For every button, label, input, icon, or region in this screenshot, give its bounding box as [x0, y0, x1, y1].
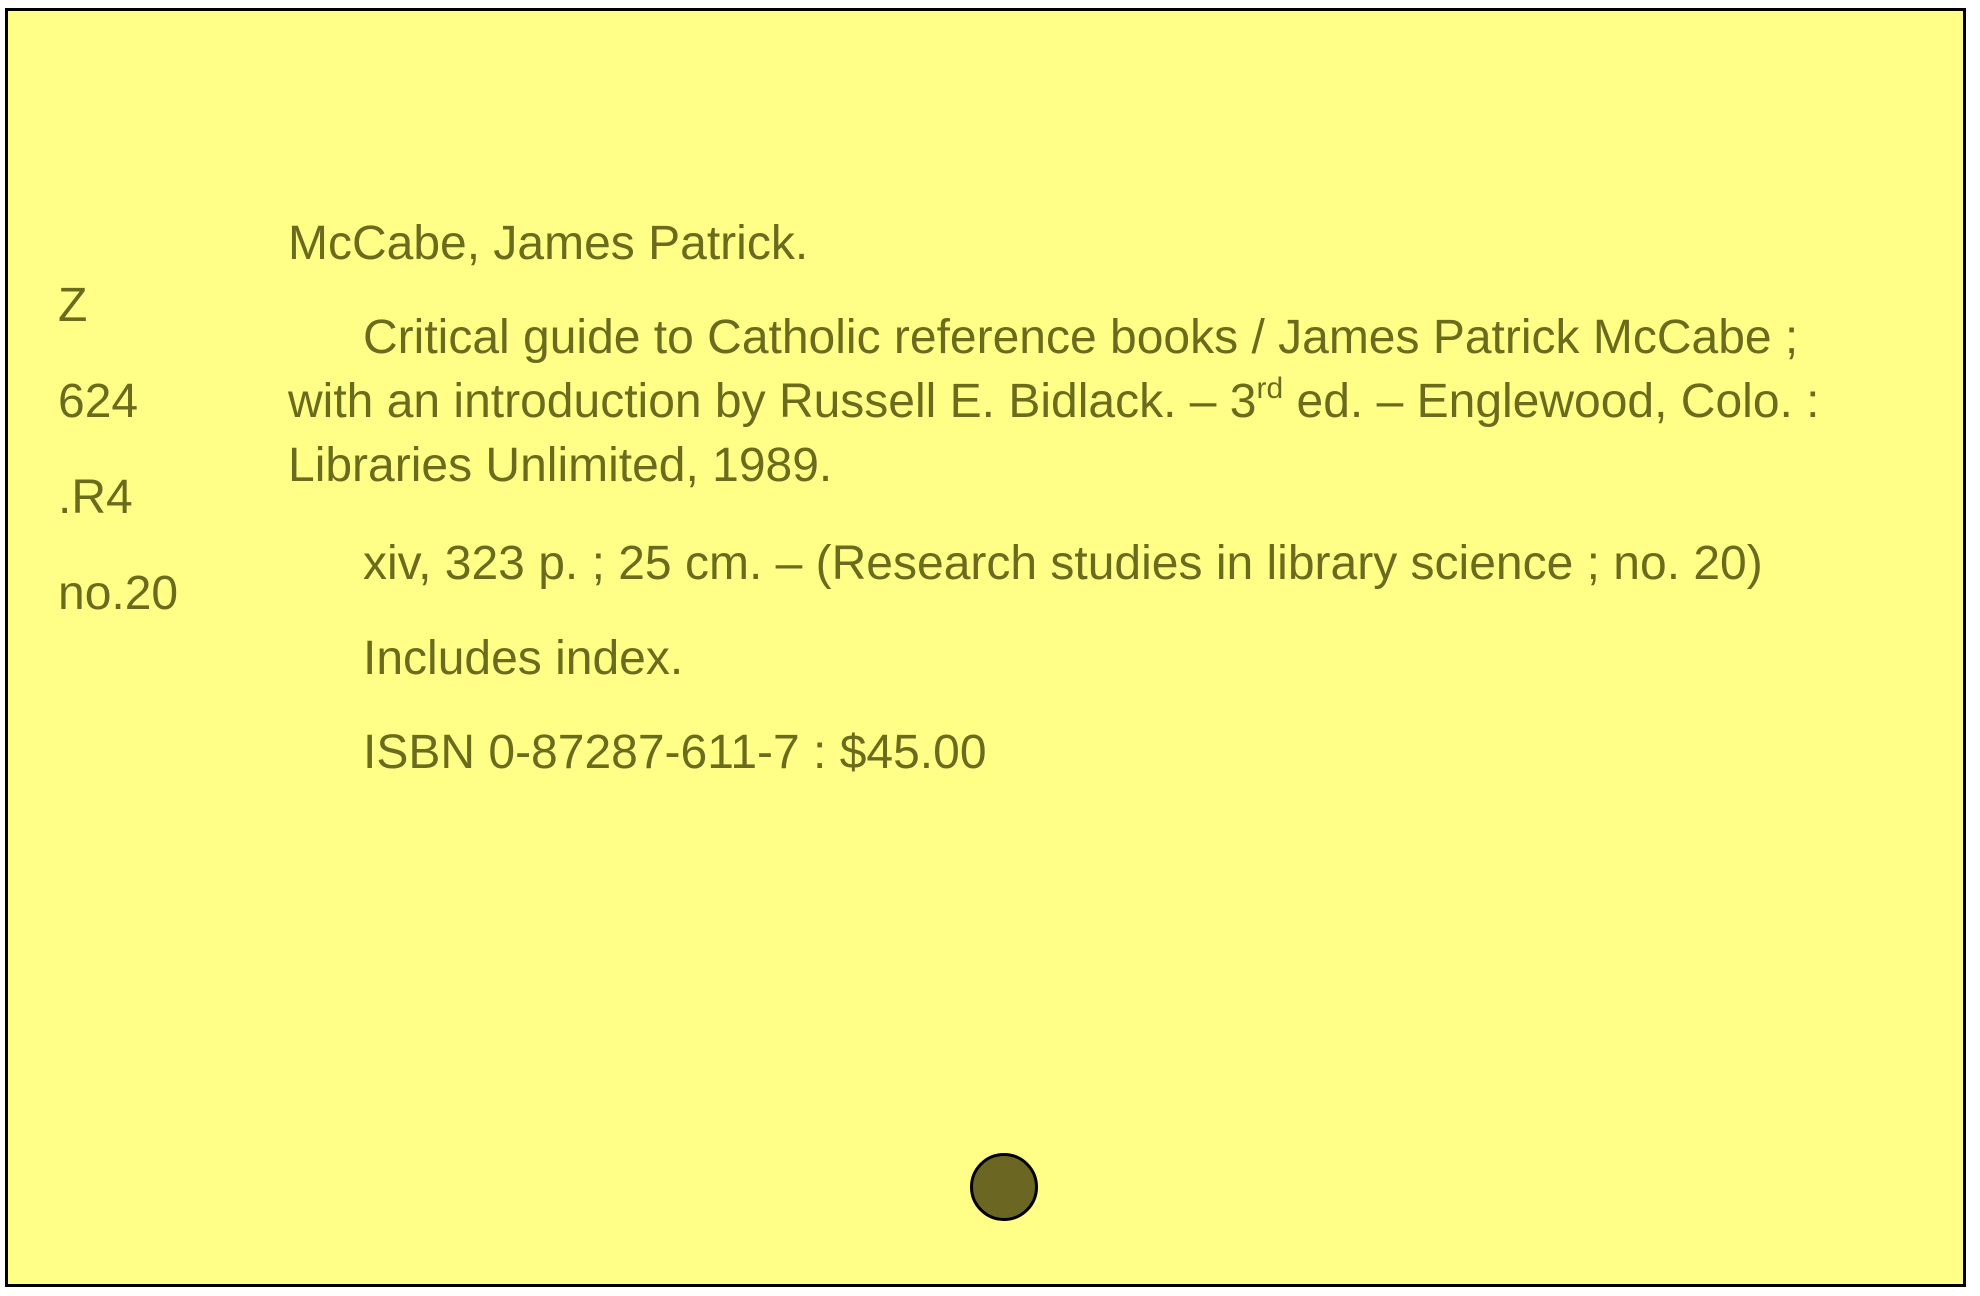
- main-entry: McCabe, James Patrick.: [288, 217, 809, 270]
- edition-ordinal-suffix: rd: [1256, 372, 1284, 405]
- call-number-line-4: no.20: [58, 567, 179, 620]
- catalog-card: Z 624 .R4 no.20 McCabe, James Patrick. C…: [5, 8, 1966, 1287]
- notes: Includes index.: [363, 632, 684, 685]
- call-number-line-1: Z: [58, 279, 88, 332]
- isbn: ISBN 0-87287-611-7 : $45.00: [363, 726, 987, 779]
- collation: xiv, 323 p. ; 25 cm. – (Research studies…: [363, 537, 1763, 590]
- punch-hole: [970, 1153, 1038, 1221]
- title-statement: Critical guide to Catholic reference boo…: [288, 306, 1848, 498]
- call-number-line-2: 624: [58, 375, 139, 428]
- call-number-line-3: .R4: [58, 471, 133, 524]
- call-number: Z 624 .R4 no.20: [58, 258, 258, 642]
- card-body: McCabe, James Patrick. Critical guide to…: [288, 212, 1848, 817]
